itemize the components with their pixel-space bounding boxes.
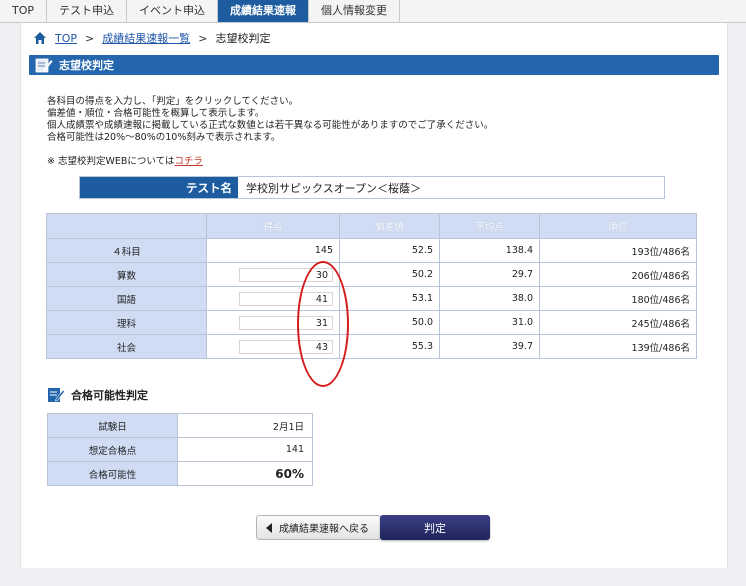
table-row: ４科目 145 52.5 138.4 193位/486名 [46,238,697,263]
tab-test-apply[interactable]: テスト申込 [47,0,128,22]
rank-cell: 193位/486名 [539,238,697,263]
average-cell: 29.7 [439,262,540,287]
tab-results[interactable]: 成績結果速報 [218,0,310,22]
table-row: 算数 30 50.2 29.7 206位/486名 [46,262,697,287]
japanese-score-input[interactable]: 41 [239,291,333,306]
breadcrumb-top-link[interactable]: TOP [55,32,77,45]
table-row: 合格可能性 60% [47,461,313,486]
instruction-line: 偏差値・順位・合格可能性を概算して表示します。 [47,108,265,119]
average-cell: 38.0 [439,286,540,311]
rank-cell: 180位/486名 [539,286,697,311]
back-to-results-button[interactable]: 成績結果速報へ戻る [256,515,381,540]
deviation-cell: 52.5 [339,238,440,263]
pencil-note-icon [35,58,53,73]
pass-section-header: 合格可能性判定 [47,386,148,404]
top-tabs: TOP テスト申込 イベント申込 成績結果速報 個人情報変更 [0,0,746,23]
instructions: 各科目の得点を入力し、「判定」をクリックしてください。 偏差値・順位・合格可能性… [47,96,493,144]
deviation-cell: 53.1 [339,286,440,311]
section-header: 志望校判定 [29,55,719,75]
pass-table: 試験日 2月1日 想定合格点 141 合格可能性 60% [47,413,313,486]
breadcrumb: TOP > 成績結果速報一覧 > 志望校判定 [33,30,270,46]
triangle-left-icon [266,522,272,533]
score-cell: 43 [206,334,340,359]
main-panel: TOP > 成績結果速報一覧 > 志望校判定 志望校判定 各科目の得点を入力し、… [20,23,728,568]
exam-date-value: 2月1日 [177,413,313,438]
breadcrumb-separator: > [85,31,95,45]
science-score-input[interactable]: 31 [239,315,333,330]
rank-cell: 245位/486名 [539,310,697,335]
header-rank: 順位 [539,213,697,239]
deviation-cell: 50.0 [339,310,440,335]
breadcrumb-separator: > [198,31,208,45]
breadcrumb-results-link[interactable]: 成績結果速報一覧 [102,30,190,46]
web-note-text: ※ 志望校判定WEBについては [47,156,175,167]
header-deviation: 偏差値 [339,213,440,239]
header-average: 平均点 [439,213,540,239]
rank-cell: 206位/486名 [539,262,697,287]
score-cell: 30 [206,262,340,287]
score-table-header: 得点 偏差値 平均点 順位 [46,213,697,239]
score-cell: 41 [206,286,340,311]
subject-cell: 社会 [46,334,207,359]
subject-cell: 算数 [46,262,207,287]
math-score-input[interactable]: 30 [239,267,333,282]
pass-chance-value: 60% [177,461,313,486]
table-row: 想定合格点 141 [47,437,313,462]
test-name-value: 学校別サピックスオープン＜桜蔭＞ [238,177,664,198]
tab-profile[interactable]: 個人情報変更 [309,0,401,22]
pencil-note-icon [48,388,65,402]
average-cell: 39.7 [439,334,540,359]
header-score: 得点 [206,213,340,239]
pass-chance-label: 合格可能性 [47,461,178,486]
average-cell: 31.0 [439,310,540,335]
subject-cell: ４科目 [46,238,207,263]
table-row: 国語 41 53.1 38.0 180位/486名 [46,286,697,311]
test-name-label: テスト名 [80,177,238,198]
subject-cell: 国語 [46,286,207,311]
section-title: 志望校判定 [59,59,114,72]
deviation-cell: 50.2 [339,262,440,287]
test-name-row: テスト名 学校別サピックスオープン＜桜蔭＞ [79,176,665,199]
table-row: 社会 43 55.3 39.7 139位/486名 [46,334,697,359]
tab-top[interactable]: TOP [0,0,48,22]
pass-section-title: 合格可能性判定 [71,389,148,402]
social-score-input[interactable]: 43 [239,339,333,354]
instruction-line: 各科目の得点を入力し、「判定」をクリックしてください。 [47,96,299,107]
tab-event-apply[interactable]: イベント申込 [127,0,219,22]
score-total: 145 [206,238,340,263]
exam-date-label: 試験日 [47,413,178,438]
instruction-line: 個人成績票や成績速報に掲載している正式な数値とは若干異なる可能性がありますのでご… [47,120,494,131]
judge-button[interactable]: 判定 [380,515,490,540]
deviation-cell: 55.3 [339,334,440,359]
header-blank [46,213,207,239]
pass-score-value: 141 [177,437,313,462]
subject-cell: 理科 [46,310,207,335]
table-row: 試験日 2月1日 [47,413,313,438]
breadcrumb-current: 志望校判定 [215,32,271,45]
instruction-line: 合格可能性は20%～80%の10%刻みで表示されます。 [47,132,281,143]
score-cell: 31 [206,310,340,335]
score-table: 得点 偏差値 平均点 順位 ４科目 145 52.5 138.4 193位/48… [46,213,697,359]
table-row: 理科 31 50.0 31.0 245位/486名 [46,310,697,335]
web-note: ※ 志望校判定WEBについてはコチラ [47,153,203,167]
home-icon[interactable] [33,31,47,45]
web-note-link[interactable]: コチラ [174,156,203,167]
pass-score-label: 想定合格点 [47,437,178,462]
average-cell: 138.4 [439,238,540,263]
back-button-label: 成績結果速報へ戻る [279,524,369,535]
rank-cell: 139位/486名 [539,334,697,359]
